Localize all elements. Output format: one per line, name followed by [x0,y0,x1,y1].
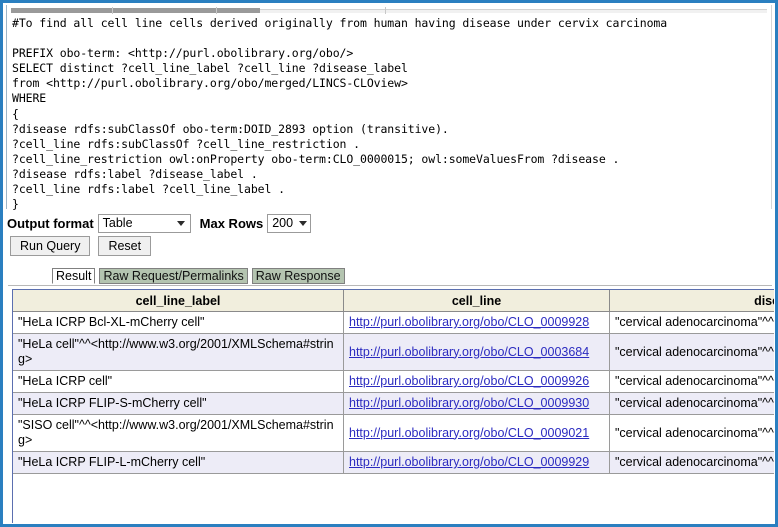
cell-line-label-text: "HeLa ICRP Bcl-XL-mCherry cell" [18,315,205,329]
sparql-query-text[interactable]: #To find all cell line cells derived ori… [12,16,767,212]
max-rows-value: 200 [272,216,294,230]
table-row: "HeLa ICRP Bcl-XL-mCherry cell" http://pu… [13,311,774,334]
disease-label-text: "cervical adenocarcinoma"^^<http://www.w [615,374,774,388]
table-header-row: cell_line_label cell_line disease_ [13,290,774,312]
scrollbar-thumb[interactable] [11,8,260,13]
cell-line-uri-cell: http://purl.obolibrary.org/obo/CLO_00036… [343,333,610,371]
table-row: "HeLa cell"^^<http://www.w3.org/2001/XML… [13,333,774,371]
table-row: "HeLa ICRP cell" http://purl.obolibrary.o… [13,370,774,393]
chevron-down-icon [176,221,185,226]
tab-raw-request-permalinks[interactable]: Raw Request/Permalinks [99,268,248,284]
cell-line-uri-cell: http://purl.obolibrary.org/obo/CLO_00099… [343,451,610,474]
cell-line-label-cell: "HeLa ICRP cell" [13,370,344,393]
disease-label-cell: "cervical adenocarcinoma"^^<http://www.w [609,451,774,474]
cell-line-uri-cell: http://purl.obolibrary.org/obo/CLO_00099… [343,370,610,393]
disease-label-cell: "cervical adenocarcinoma"^^<http://www.w [609,414,774,452]
disease-label-text: "cervical adenocarcinoma"^^<http://www.w [615,344,774,359]
output-format-label: Output format [7,215,94,231]
disease-label-text: "cervical adenocarcinoma"^^<http://www.w [615,455,774,469]
table-row: "HeLa ICRP FLIP-S-mCherry cell" http://pu… [13,392,774,415]
reset-button[interactable]: Reset [98,235,152,256]
chevron-down-icon [299,221,308,226]
cell-line-uri-link[interactable]: http://purl.obolibrary.org/obo/CLO_00099… [349,374,589,389]
disease-label-cell: "cervical adenocarcinoma"^^<http://www.w [609,392,774,415]
cell-line-uri-link[interactable]: http://purl.obolibrary.org/obo/CLO_00099… [349,455,589,470]
results-table-body: "HeLa ICRP Bcl-XL-mCherry cell" http://pu… [13,311,774,474]
column-header-disease-label[interactable]: disease_ [609,290,774,312]
disease-label-text: "cervical adenocarcinoma"^^<http://www.w [615,396,774,410]
cell-line-uri-cell: http://purl.obolibrary.org/obo/CLO_00099… [343,392,610,415]
cell-line-label-text: "HeLa ICRP FLIP-L-mCherry cell" [18,455,206,469]
cell-line-label-text: "HeLa ICRP cell" [18,374,113,388]
window-content: #To find all cell line cells derived ori… [3,3,775,524]
column-header-cell-line-label[interactable]: cell_line_label [13,290,344,312]
run-query-button[interactable]: Run Query [10,235,91,256]
query-editor-panel[interactable]: #To find all cell line cells derived ori… [6,5,772,212]
disease-label-text: "cervical adenocarcinoma"^^<http://www.w [615,425,774,440]
scrollbar-tick [385,7,386,14]
tab-raw-response[interactable]: Raw Response [251,268,345,284]
cell-line-label-text: "HeLa ICRP FLIP-S-mCherry cell" [18,396,207,410]
scrollbar-tick [112,7,113,14]
disease-label-text: "cervical adenocarcinoma"^^<http://www.w [615,315,774,329]
action-buttons: Run Query Reset [10,235,159,256]
output-format-value: Table [102,216,133,230]
results-tabstrip: Result Raw Request/Permalinks Raw Response [8,268,772,286]
cell-line-uri-cell: http://purl.obolibrary.org/obo/CLO_00090… [343,414,610,452]
cell-line-label-cell: "HeLa ICRP FLIP-S-mCherry cell" [13,392,344,415]
output-format-select[interactable]: Table [97,213,191,233]
disease-label-cell: "cervical adenocarcinoma"^^<http://www.w [609,333,774,371]
column-header-cell-line[interactable]: cell_line [343,290,610,312]
scrollbar-tick [216,7,217,14]
results-table-container[interactable]: cell_line_label cell_line disease_ "HeLa… [12,289,774,523]
output-controls: Output format Table Max Rows 200 [7,212,767,234]
cell-line-uri-link[interactable]: http://purl.obolibrary.org/obo/CLO_00036… [349,345,589,360]
cell-line-label-text: "SISO cell"^^<http://www.w3.org/2001/XML… [18,418,334,447]
cell-line-label-cell: "HeLa ICRP FLIP-L-mCherry cell" [13,451,344,474]
table-row: "HeLa ICRP FLIP-L-mCherry cell" http://pu… [13,451,774,474]
cell-line-label-cell: "HeLa ICRP Bcl-XL-mCherry cell" [13,311,344,334]
cell-line-label-cell: "HeLa cell"^^<http://www.w3.org/2001/XML… [13,333,344,371]
browser-window: #To find all cell line cells derived ori… [0,0,778,527]
cell-line-uri-link[interactable]: http://purl.obolibrary.org/obo/CLO_00090… [349,426,589,441]
disease-label-cell: "cervical adenocarcinoma"^^<http://www.w [609,311,774,334]
cell-line-uri-link[interactable]: http://purl.obolibrary.org/obo/CLO_00099… [349,396,589,411]
disease-label-cell: "cervical adenocarcinoma"^^<http://www.w [609,370,774,393]
cell-line-label-cell: "SISO cell"^^<http://www.w3.org/2001/XML… [13,414,344,452]
tabs-container: Result Raw Request/Permalinks Raw Response [52,268,349,284]
cell-line-uri-link[interactable]: http://purl.obolibrary.org/obo/CLO_00099… [349,315,589,330]
results-table-head: cell_line_label cell_line disease_ [13,290,774,312]
max-rows-label: Max Rows [199,215,264,231]
max-rows-select[interactable]: 200 [267,213,312,233]
query-horizontal-scrollbar[interactable] [11,7,767,14]
cell-line-label-text: "HeLa cell"^^<http://www.w3.org/2001/XML… [18,337,334,366]
cell-line-uri-cell: http://purl.obolibrary.org/obo/CLO_00099… [343,311,610,334]
results-table: cell_line_label cell_line disease_ "HeLa… [13,290,774,474]
tab-result[interactable]: Result [52,268,96,284]
table-row: "SISO cell"^^<http://www.w3.org/2001/XML… [13,414,774,452]
